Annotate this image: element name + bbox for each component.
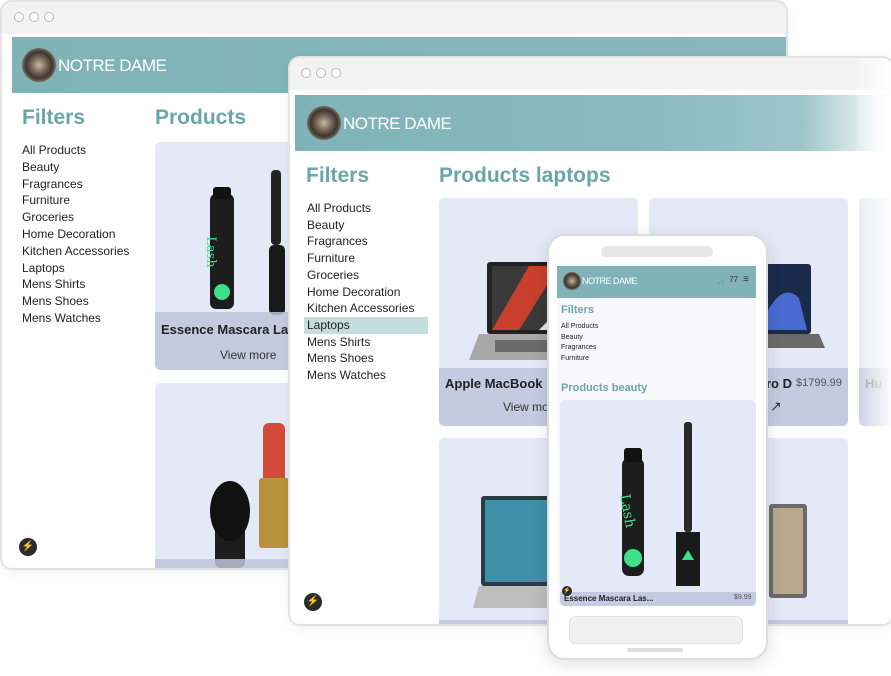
product-price: $1799.99: [796, 377, 842, 389]
product-title: Essence Mascara Lash Princess: [161, 322, 293, 337]
phone-address-bar[interactable]: [569, 616, 743, 644]
mobile-device-frame: NOTRE DAME 🛒 77 ≡ Filters All Products B…: [547, 234, 768, 660]
cart-button[interactable]: 🛒 77: [717, 275, 738, 284]
product-title: Essence Mascara Las...: [564, 594, 654, 603]
filters-heading: Filters: [306, 164, 370, 187]
svg-text:Lash: Lash: [203, 236, 218, 268]
filters-heading: Filters: [561, 304, 595, 316]
filter-item[interactable]: Groceries: [22, 209, 129, 226]
site-header: NOTRE DAME: [295, 95, 891, 151]
filter-item[interactable]: Kitchen Accessories: [304, 300, 428, 317]
window-minimize-dot[interactable]: [29, 12, 39, 22]
window-close-dot[interactable]: [14, 12, 24, 22]
brand-name[interactable]: NOTRE DAME: [58, 56, 167, 76]
filter-item[interactable]: Beauty: [304, 217, 428, 234]
site-header: NOTRE DAME 🛒 77 ≡: [557, 266, 756, 298]
window-maximize-dot[interactable]: [331, 68, 341, 78]
filter-item[interactable]: Beauty: [22, 159, 129, 176]
window-minimize-dot[interactable]: [316, 68, 326, 78]
phone-home-indicator: [627, 648, 683, 652]
logo-icon[interactable]: [22, 48, 56, 82]
products-heading: Products laptops: [439, 164, 611, 187]
filter-item[interactable]: Furniture: [22, 192, 129, 209]
lightning-bolt-icon[interactable]: ⚡: [562, 586, 572, 596]
filter-item[interactable]: All Products: [561, 322, 598, 333]
filter-item[interactable]: Furniture: [304, 250, 428, 267]
filter-list: All Products Beauty Fragrances Furniture…: [22, 142, 129, 327]
product-card[interactable]: [155, 383, 295, 568]
filter-item[interactable]: Beauty: [561, 333, 598, 344]
filter-item[interactable]: Fragrances: [22, 176, 129, 193]
filter-item[interactable]: Kitchen Accessories: [22, 243, 129, 260]
brand-name[interactable]: NOTRE DAME: [582, 276, 638, 286]
logo-icon[interactable]: [563, 272, 581, 290]
filter-item[interactable]: Mens Watches: [22, 310, 129, 327]
back-titlebar: [2, 2, 786, 34]
brand-name[interactable]: NOTRE DAME: [343, 114, 452, 134]
arrow-up-right-icon[interactable]: ↗: [770, 398, 782, 415]
filter-item[interactable]: All Products: [304, 200, 428, 217]
filter-item[interactable]: Mens Watches: [304, 367, 428, 384]
filter-item[interactable]: Laptops: [22, 260, 129, 277]
hamburger-menu-icon[interactable]: ≡: [743, 274, 749, 285]
phone-notch: [601, 246, 713, 257]
edge-fade: [852, 58, 891, 624]
cart-icon: 🛒: [717, 275, 727, 284]
filter-item[interactable]: Mens Shoes: [304, 350, 428, 367]
product-card[interactable]: Lash Essence Mascara Las... $9.99 ⚡: [560, 400, 756, 606]
filter-item[interactable]: All Products: [22, 142, 129, 159]
mascara-image: Lash: [203, 170, 285, 315]
filters-heading: Filters: [22, 106, 86, 129]
product-title: Apple MacBook Pro 14 Inch Space Grey: [445, 376, 552, 391]
filter-list: All Products Beauty Fragrances Furniture…: [304, 200, 428, 384]
front-titlebar: [290, 58, 891, 90]
product-price: $9.99: [734, 594, 752, 601]
products-heading: Products: [155, 106, 247, 129]
filter-list: All Products Beauty Fragrances Furniture: [561, 322, 598, 365]
filter-item[interactable]: Furniture: [561, 354, 598, 365]
view-more-label: View more: [220, 348, 277, 362]
filter-item[interactable]: Mens Shirts: [304, 334, 428, 351]
filter-item[interactable]: Home Decoration: [22, 226, 129, 243]
cart-count: 77: [729, 275, 739, 284]
product-card[interactable]: Lash Essence Mascara Lash Princess View …: [155, 142, 295, 370]
window-close-dot[interactable]: [301, 68, 311, 78]
mascara-image: Lash: [616, 422, 700, 586]
products-heading: Products beauty: [561, 382, 648, 394]
card-footer: [155, 559, 295, 568]
window-maximize-dot[interactable]: [44, 12, 54, 22]
filter-item[interactable]: Fragrances: [561, 343, 598, 354]
lipstick-image: [210, 423, 289, 568]
logo-icon[interactable]: [307, 106, 341, 140]
phone-screen: NOTRE DAME 🛒 77 ≡ Filters All Products B…: [557, 266, 756, 606]
filter-item[interactable]: Mens Shirts: [22, 276, 129, 293]
view-more-link[interactable]: View more ↗: [220, 346, 295, 363]
filter-item[interactable]: Home Decoration: [304, 284, 428, 301]
filter-item[interactable]: Groceries: [304, 267, 428, 284]
lightning-bolt-icon[interactable]: ⚡: [304, 593, 322, 611]
filter-item[interactable]: Mens Shoes: [22, 293, 129, 310]
filter-item[interactable]: Fragrances: [304, 233, 428, 250]
filter-item-selected[interactable]: Laptops: [304, 316, 428, 334]
lightning-bolt-icon[interactable]: ⚡: [19, 538, 37, 556]
